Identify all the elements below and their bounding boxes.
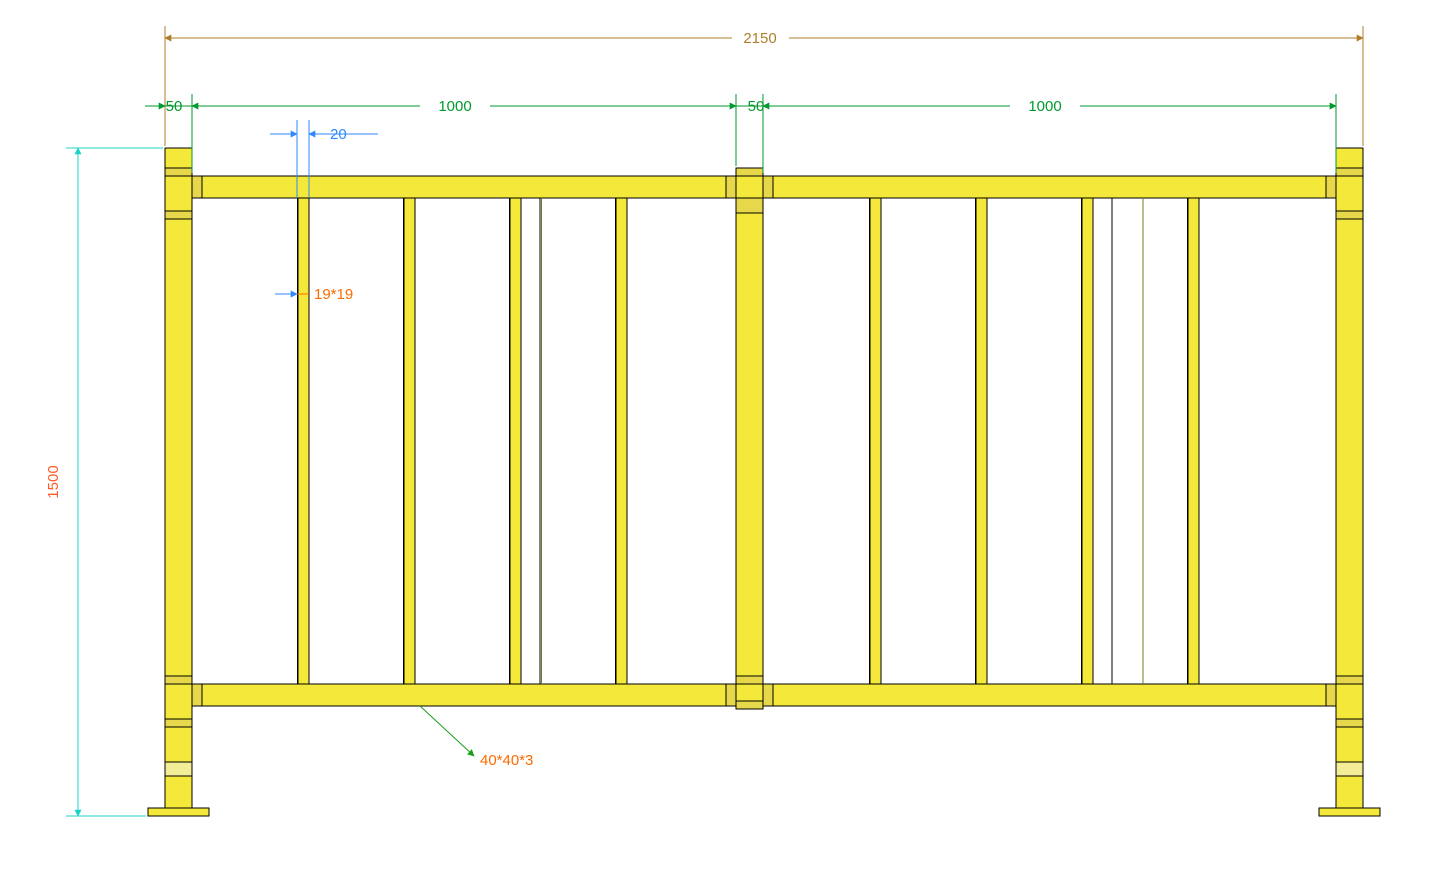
dim-overall-width: 2150 (743, 30, 776, 47)
dim-span1: 1000 (438, 98, 471, 115)
post-right (1319, 148, 1380, 816)
dim-picket-gap: 20 (330, 126, 347, 143)
dim-span2: 1000 (1028, 98, 1061, 115)
dim-rail-size: 40*40*3 (480, 752, 533, 769)
pickets-right (869, 198, 1199, 684)
dim-mid-post: 50 (748, 98, 765, 115)
dim-overall-height: 1500 (45, 465, 62, 498)
post-left (148, 148, 209, 816)
pickets-left (297, 198, 627, 684)
post-middle (736, 168, 763, 709)
structure (148, 148, 1380, 816)
railing-drawing: 2150 50 1000 50 1000 20 (0, 0, 1443, 878)
dim-post-left: 50 (166, 98, 183, 115)
rail-bottom (192, 684, 1336, 706)
rail-top (192, 176, 1336, 198)
dim-picket-size: 19*19 (314, 286, 353, 303)
